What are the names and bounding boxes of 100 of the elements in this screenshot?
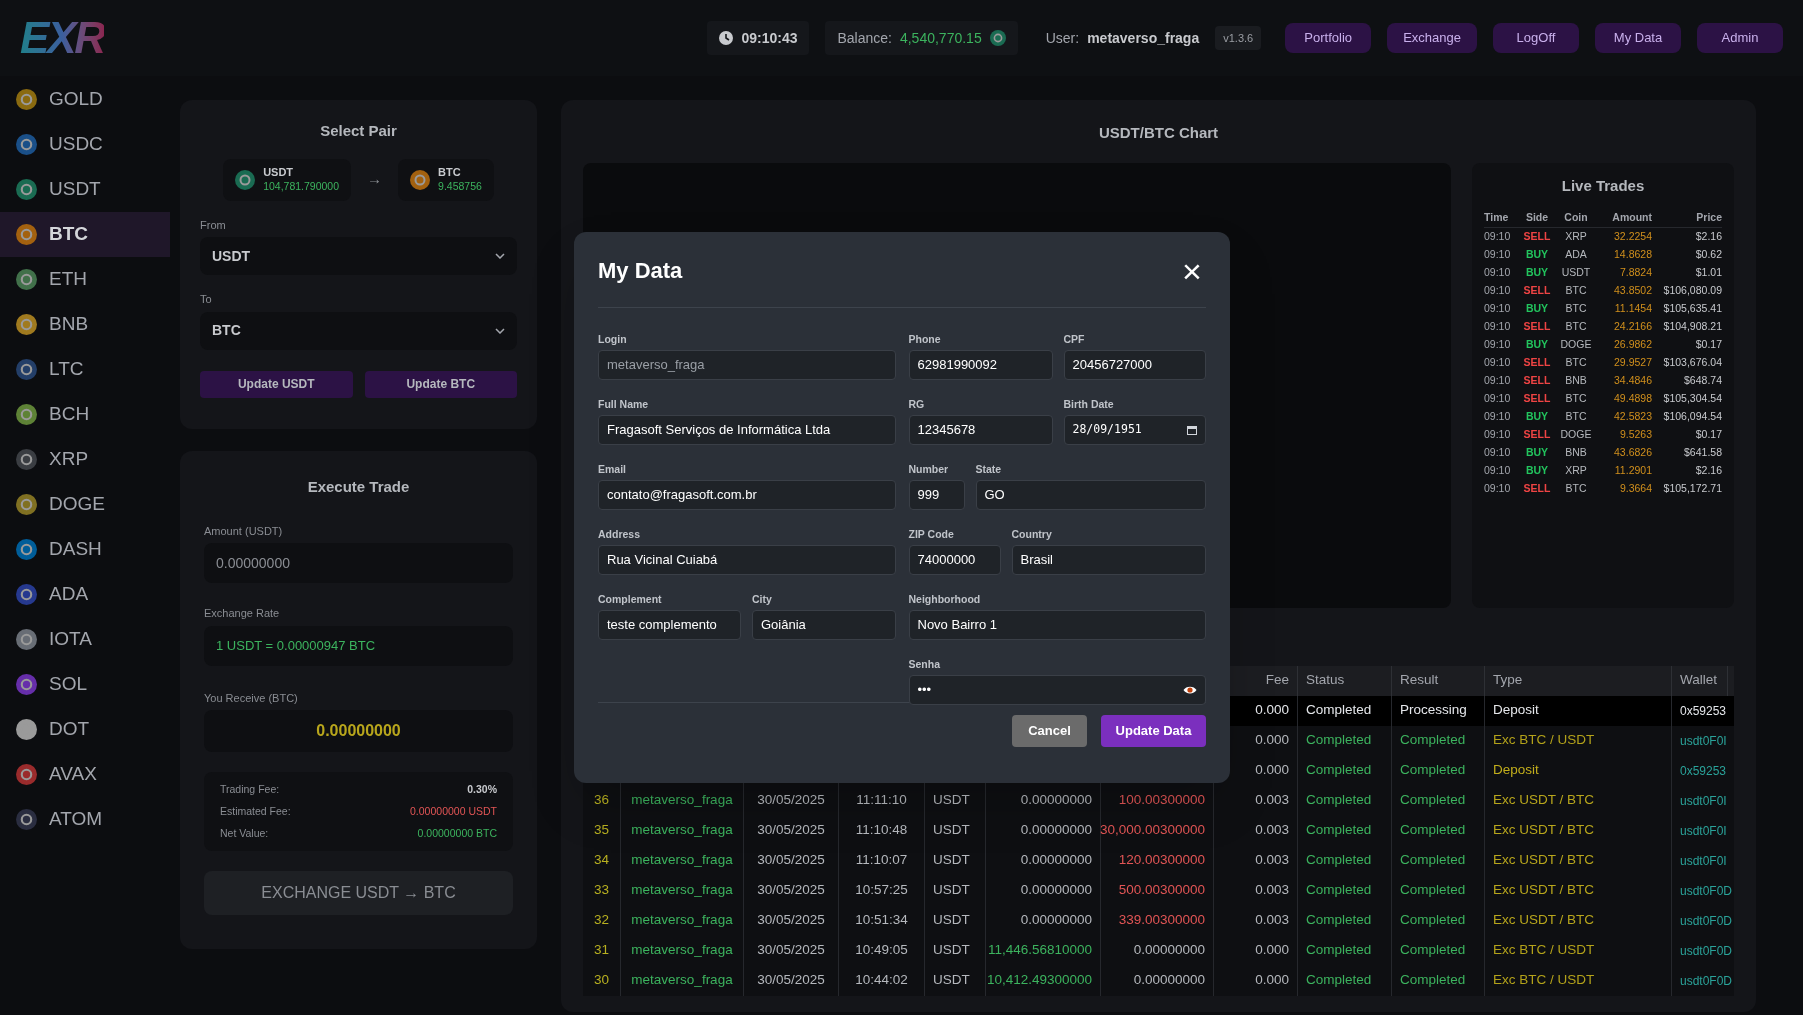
input-field[interactable]: 12345678 <box>908 415 1053 445</box>
coin-chip[interactable]: BTC 9.458756 <box>398 158 494 201</box>
sidebar-item[interactable]: USDT <box>0 167 170 212</box>
update-button[interactable]: Update BTC <box>364 370 517 398</box>
input-field[interactable]: Fragasoft Serviços de Informática Ltda <box>598 415 896 445</box>
table-cell-text: Completed <box>1306 971 1372 990</box>
input-field[interactable]: GO <box>975 480 1206 510</box>
table-row[interactable]: 33 metaverso_fraga 30/05/2025 10:57:25 USDT 0.00000000 500.00300000 0.003 Completed Completed Exc USDT / BTC usdt0F0D <box>583 875 1734 906</box>
show-password-button[interactable] <box>1183 685 1197 695</box>
sidebar-item[interactable]: AVAX <box>0 752 170 797</box>
trade-price: $105,635.41 <box>1662 301 1722 317</box>
sidebar-item[interactable]: ETH <box>0 257 170 302</box>
select-field[interactable]: BTC <box>200 311 517 350</box>
trade-side: SELL <box>1522 319 1552 335</box>
sidebar-item[interactable]: DOT <box>0 707 170 752</box>
input-field[interactable]: Rua Vicinal Cuiabá <box>598 545 896 575</box>
table-cell-text: metaverso_fraga <box>631 881 733 900</box>
table-row[interactable]: 35 metaverso_fraga 30/05/2025 11:10:48 USDT 0.00000000 30,000.00300000 0.003 Completed Completed Exc USDT / BTC usdt0F0I <box>583 815 1734 846</box>
select-field[interactable]: USDT <box>200 237 517 275</box>
receive-amount: 0.00000000 <box>204 710 513 752</box>
sidebar-item[interactable]: ATOM <box>0 797 170 842</box>
trade-price: $106,080.09 <box>1662 283 1722 299</box>
trade-coin: BNB <box>1564 445 1588 461</box>
trade-amount: 42.5823 <box>1613 409 1652 425</box>
table-cell-text: Completed <box>1400 791 1466 810</box>
table-cell-text: 0.000 <box>1255 971 1289 990</box>
table-cell-text: metaverso_fraga <box>631 791 733 810</box>
sidebar-item[interactable]: USDC <box>0 122 170 167</box>
trade-amount: 32.2254 <box>1613 229 1652 245</box>
table-row[interactable]: 34 metaverso_fraga 30/05/2025 11:10:07 USDT 0.00000000 120.00300000 0.003 Completed Completed Exc USDT / BTC usdt0F0I <box>583 845 1734 876</box>
sidebar-item[interactable]: XRP <box>0 437 170 482</box>
trade-price: $0.62 <box>1694 247 1722 263</box>
sidebar-item[interactable]: ADA <box>0 572 170 617</box>
sidebar-item[interactable]: GOLD <box>0 77 170 122</box>
version-badge: v1.3.6 <box>1215 25 1262 51</box>
table-cell-text: Completed <box>1400 971 1466 990</box>
field-label: CPF <box>1063 332 1086 346</box>
field-label: From <box>200 217 227 233</box>
trade-side: BUY <box>1524 463 1550 479</box>
sidebar-item[interactable]: IOTA <box>0 617 170 662</box>
field-label: Country <box>1011 527 1053 541</box>
table-cell-text: 11,446.56810000 <box>987 941 1092 960</box>
table-cell-text: USDT <box>933 881 970 900</box>
date-field[interactable]: 28/09/1951 <box>1063 415 1206 445</box>
sidebar-item[interactable]: BNB <box>0 302 170 347</box>
trade-time: 09:10 <box>1484 373 1512 389</box>
table-row[interactable]: 36 metaverso_fraga 30/05/2025 11:11:10 USDT 0.00000000 100.00300000 0.003 Completed Completed Exc USDT / BTC usdt0F0I <box>583 785 1734 816</box>
table-cell-text: 0.00000000 <box>1133 941 1205 960</box>
update-data-button[interactable]: Update Data <box>1101 715 1206 747</box>
fee-value: 0.00000000 USDT <box>410 803 497 819</box>
table-cell-text: 35 <box>594 821 609 840</box>
sidebar-item[interactable]: LTC <box>0 347 170 392</box>
table-cell-text: Exc USDT / BTC <box>1493 791 1594 810</box>
trade-price: $2.16 <box>1694 229 1722 245</box>
table-row[interactable]: 31 metaverso_fraga 30/05/2025 10:49:05 USDT 11,446.56810000 0.00000000 0.000 Completed Completed Exc BTC / USDT usdt0F0D <box>583 935 1734 966</box>
coin-chip[interactable]: USDT 104,781.790000 <box>223 158 352 201</box>
cancel-button[interactable]: Cancel <box>1012 715 1087 747</box>
input-field[interactable]: teste complemento <box>598 610 741 640</box>
trade-price: $641.58 <box>1683 445 1722 461</box>
input-field[interactable]: contato@fragasoft.com.br <box>598 480 896 510</box>
input-field[interactable]: 74000000 <box>908 545 1001 575</box>
input-field[interactable]: 62981990092 <box>908 350 1053 380</box>
table-cell-text: Deposit <box>1493 761 1539 780</box>
nav-button[interactable]: Portfolio <box>1285 23 1372 53</box>
sidebar-item[interactable]: BCH <box>0 392 170 437</box>
coin-balance: 104,781.790000 <box>263 179 340 193</box>
table-cell-text: Completed <box>1306 701 1372 720</box>
coin-icon <box>989 30 1006 46</box>
sidebar-item[interactable]: DASH <box>0 527 170 572</box>
nav-button[interactable]: Exchange <box>1387 23 1477 53</box>
nav-button[interactable]: LogOff <box>1493 23 1579 53</box>
chart-title: USDT/BTC Chart <box>1097 123 1220 143</box>
input-field[interactable]: 20456727000 <box>1063 350 1206 380</box>
table-row[interactable]: 30 metaverso_fraga 30/05/2025 10:44:02 USDT 10,412.49300000 0.00000000 0.000 Completed Completed Exc BTC / USDT usdt0F0D <box>583 965 1734 996</box>
update-button[interactable]: Update USDT <box>200 370 353 398</box>
table-row[interactable]: 32 metaverso_fraga 30/05/2025 10:51:34 USDT 0.00000000 339.00300000 0.003 Completed Completed Exc USDT / BTC usdt0F0D <box>583 905 1734 936</box>
input-field[interactable]: Goiânia <box>752 610 896 640</box>
password-field[interactable]: ••• <box>908 675 1206 705</box>
table-cell-text: USDT <box>933 851 970 870</box>
trade-side: BUY <box>1524 247 1550 263</box>
trade-price: $648.74 <box>1683 373 1722 389</box>
trade-coin: BTC <box>1564 409 1588 425</box>
nav-button[interactable]: Admin <box>1697 23 1783 53</box>
trade-side: SELL <box>1522 283 1552 299</box>
trade-amount: 34.4846 <box>1613 373 1652 389</box>
sidebar-item[interactable]: BTC <box>0 212 170 257</box>
input-field[interactable]: Novo Bairro 1 <box>908 610 1206 640</box>
table-cell-text: Completed <box>1306 761 1372 780</box>
close-button[interactable]: × <box>1178 254 1206 287</box>
input-field[interactable]: metaverso_fraga <box>598 350 896 380</box>
input-field[interactable]: Brasil <box>1011 545 1206 575</box>
field-label: Number <box>908 462 950 476</box>
input-field[interactable]: 999 <box>908 480 965 510</box>
trade-amount: 43.8502 <box>1613 283 1652 299</box>
sidebar-item[interactable]: DOGE <box>0 482 170 527</box>
amount-input[interactable]: 0.00000000 <box>204 543 513 583</box>
trade-price: $2.16 <box>1694 463 1722 479</box>
clock-icon <box>719 31 734 45</box>
sidebar-item[interactable]: SOL <box>0 662 170 707</box>
nav-button[interactable]: My Data <box>1595 23 1681 53</box>
